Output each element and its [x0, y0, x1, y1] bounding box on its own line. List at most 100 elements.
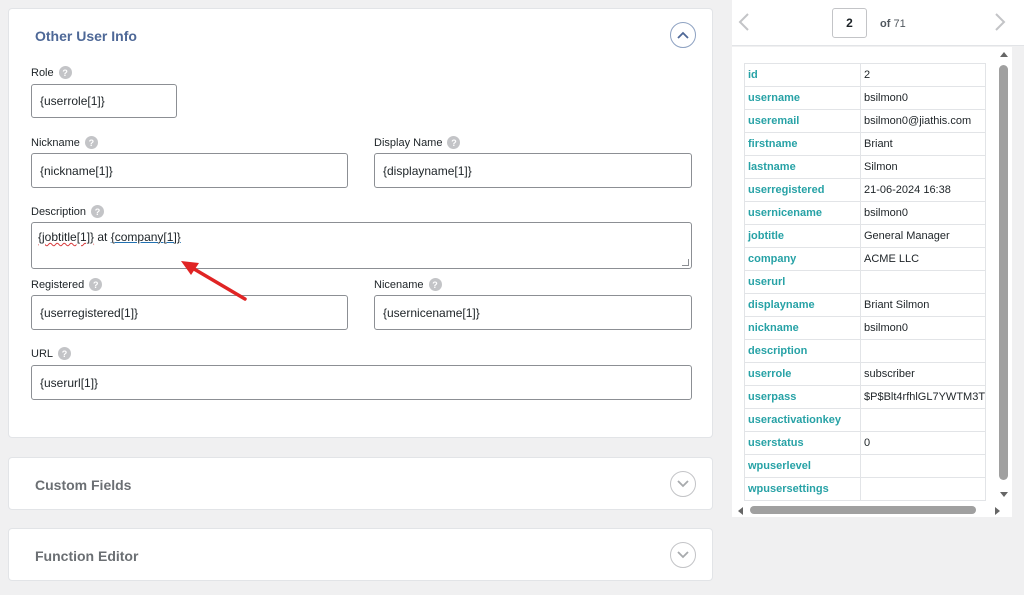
registered-label-text: Registered [31, 278, 85, 291]
scroll-thumb[interactable] [750, 506, 976, 514]
scroll-down-icon[interactable] [1000, 492, 1008, 497]
scroll-right-icon[interactable] [995, 507, 1000, 515]
page-total: of 71 [880, 18, 906, 30]
help-icon[interactable]: ? [91, 205, 105, 218]
panel-title: Custom Fields [35, 477, 132, 493]
description-company-token: {company[1]} [110, 230, 181, 244]
expand-toggle-button[interactable] [670, 542, 696, 568]
display-name-input-value: {displayname[1]} [383, 163, 472, 178]
field-key[interactable]: userregistered [744, 178, 861, 202]
nicename-label: Nicename ? [374, 278, 442, 291]
table-row: userstatus 0 [744, 431, 986, 455]
help-icon[interactable]: ? [447, 136, 461, 149]
table-row: userregistered 21-06-2024 16:38 [744, 178, 986, 202]
field-value: 21-06-2024 16:38 [860, 178, 986, 202]
table-row: displayname Briant Silmon [744, 293, 986, 317]
table-row: wpuserlevel [744, 454, 986, 478]
help-icon[interactable]: ? [428, 278, 442, 291]
field-key[interactable]: useractivationkey [744, 408, 861, 432]
display-name-input[interactable]: {displayname[1]} [374, 153, 692, 188]
field-value [860, 339, 986, 363]
custom-fields-panel[interactable]: Custom Fields [8, 457, 713, 510]
display-name-label: Display Name ? [374, 136, 461, 149]
table-row: id 2 [744, 63, 986, 87]
expand-toggle-button[interactable] [670, 471, 696, 497]
help-icon[interactable]: ? [58, 66, 72, 79]
chevron-down-icon [677, 480, 689, 488]
field-key[interactable]: nickname [744, 316, 861, 340]
field-value [860, 454, 986, 478]
chevron-right-icon[interactable] [994, 12, 1006, 32]
field-key[interactable]: lastname [744, 155, 861, 179]
registered-label: Registered ? [31, 278, 103, 291]
function-editor-panel[interactable]: Function Editor [8, 528, 713, 581]
field-value: Briant Silmon [860, 293, 986, 317]
field-key[interactable]: userrole [744, 362, 861, 386]
table-row: wpusersettings [744, 477, 986, 501]
table-row: jobtitle General Manager [744, 224, 986, 248]
table-row: nickname bsilmon0 [744, 316, 986, 340]
field-key[interactable]: id [744, 63, 861, 87]
field-value: ACME LLC [860, 247, 986, 271]
url-input[interactable]: {userurl[1]} [31, 365, 692, 400]
role-input[interactable]: {userrole[1]} [31, 84, 177, 118]
scroll-thumb[interactable] [999, 65, 1008, 480]
vertical-scrollbar[interactable] [996, 47, 1012, 505]
scroll-up-icon[interactable] [1000, 52, 1008, 57]
field-value [860, 477, 986, 501]
table-row: company ACME LLC [744, 247, 986, 271]
table-row: useractivationkey [744, 408, 986, 432]
nicename-input[interactable]: {usernicename[1]} [374, 295, 692, 330]
table-row: firstname Briant [744, 132, 986, 156]
scroll-left-icon[interactable] [738, 507, 743, 515]
url-input-value: {userurl[1]} [40, 375, 99, 390]
field-key[interactable]: firstname [744, 132, 861, 156]
field-key[interactable]: wpuserlevel [744, 454, 861, 478]
url-label: URL ? [31, 347, 72, 360]
help-icon[interactable]: ? [84, 136, 98, 149]
role-label-text: Role [31, 66, 54, 79]
url-label-text: URL [31, 347, 54, 360]
help-icon[interactable]: ? [58, 347, 72, 360]
page-number-input[interactable]: 2 [832, 8, 867, 38]
role-input-value: {userrole[1]} [40, 94, 105, 108]
description-textarea[interactable]: {jobtitle[1]} at {company[1]} [31, 222, 692, 269]
registered-input-value: {userregistered[1]} [40, 305, 139, 320]
description-label-text: Description [31, 205, 87, 218]
description-label: Description ? [31, 205, 105, 218]
field-value: 2 [860, 63, 986, 87]
collapse-toggle-button[interactable] [670, 22, 696, 48]
field-value: General Manager [860, 224, 986, 248]
help-icon[interactable]: ? [89, 278, 103, 291]
field-value: $P$Blt4rfhlGL7YWTM3TP [860, 385, 986, 409]
field-value: subscriber [860, 362, 986, 386]
field-key[interactable]: wpusersettings [744, 477, 861, 501]
nickname-input-value: {nickname[1]} [40, 163, 113, 178]
field-key[interactable]: useremail [744, 109, 861, 133]
field-value: 0 [860, 431, 986, 455]
nicename-label-text: Nicename [374, 278, 424, 291]
field-key[interactable]: userurl [744, 270, 861, 294]
record-table: id 2 username bsilmon0 useremail bsilmon0@jia… [744, 63, 986, 501]
field-value: Briant [860, 132, 986, 156]
panel-title: Function Editor [35, 548, 139, 564]
record-pager: 2 of 71 [732, 0, 1024, 46]
chevron-left-icon[interactable] [738, 12, 750, 32]
panel-title: Other User Info [35, 28, 137, 44]
horizontal-scrollbar[interactable] [732, 503, 1000, 517]
role-label: Role ? [31, 66, 72, 79]
field-value: bsilmon0@jiathis.com [860, 109, 986, 133]
table-row: useremail bsilmon0@jiathis.com [744, 109, 986, 133]
field-key[interactable]: description [744, 339, 861, 363]
field-key[interactable]: userpass [744, 385, 861, 409]
nickname-input[interactable]: {nickname[1]} [31, 153, 348, 188]
field-key[interactable]: usernicename [744, 201, 861, 225]
resize-handle[interactable] [682, 259, 689, 266]
table-row: lastname Silmon [744, 155, 986, 179]
field-key[interactable]: userstatus [744, 431, 861, 455]
field-key[interactable]: jobtitle [744, 224, 861, 248]
chevron-up-icon [677, 31, 689, 39]
field-key[interactable]: displayname [744, 293, 861, 317]
field-key[interactable]: company [744, 247, 861, 271]
field-key[interactable]: username [744, 86, 861, 110]
